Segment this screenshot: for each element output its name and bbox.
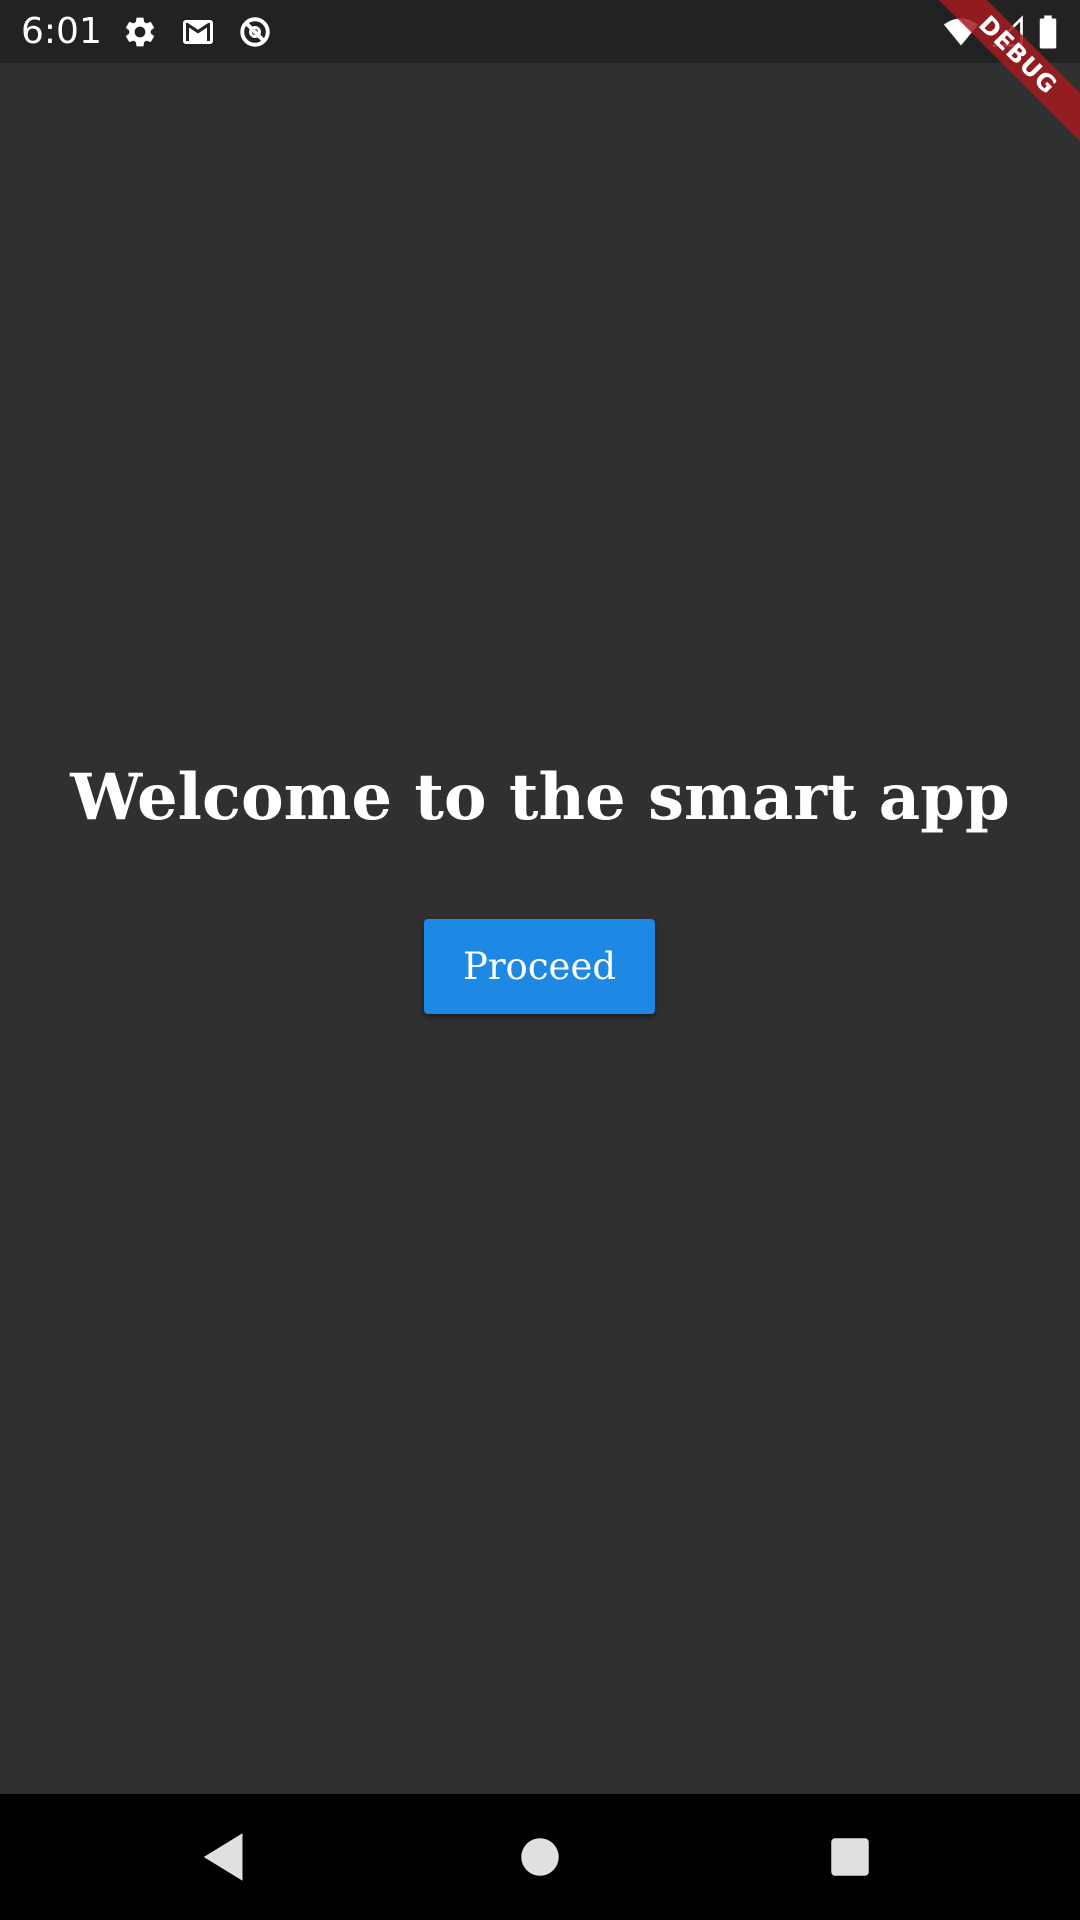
app-screen: 6:01 DEBUG Welcome to the smart app Proc… [0, 0, 1080, 1920]
battery-icon [1033, 14, 1063, 50]
page-title: Welcome to the smart app [70, 760, 1010, 835]
cell-signal-icon [990, 14, 1026, 50]
gmail-icon [180, 14, 216, 50]
back-icon[interactable] [195, 1827, 255, 1887]
wifi-icon [943, 14, 979, 50]
data-saver-icon [237, 14, 273, 50]
recents-icon[interactable] [820, 1827, 880, 1887]
settings-icon [122, 14, 158, 50]
status-bar: 6:01 [0, 0, 1080, 63]
proceed-button[interactable]: Proceed [424, 919, 655, 1014]
status-time: 6:01 [21, 11, 102, 52]
home-icon[interactable] [510, 1827, 570, 1887]
navigation-bar [0, 1794, 1080, 1920]
